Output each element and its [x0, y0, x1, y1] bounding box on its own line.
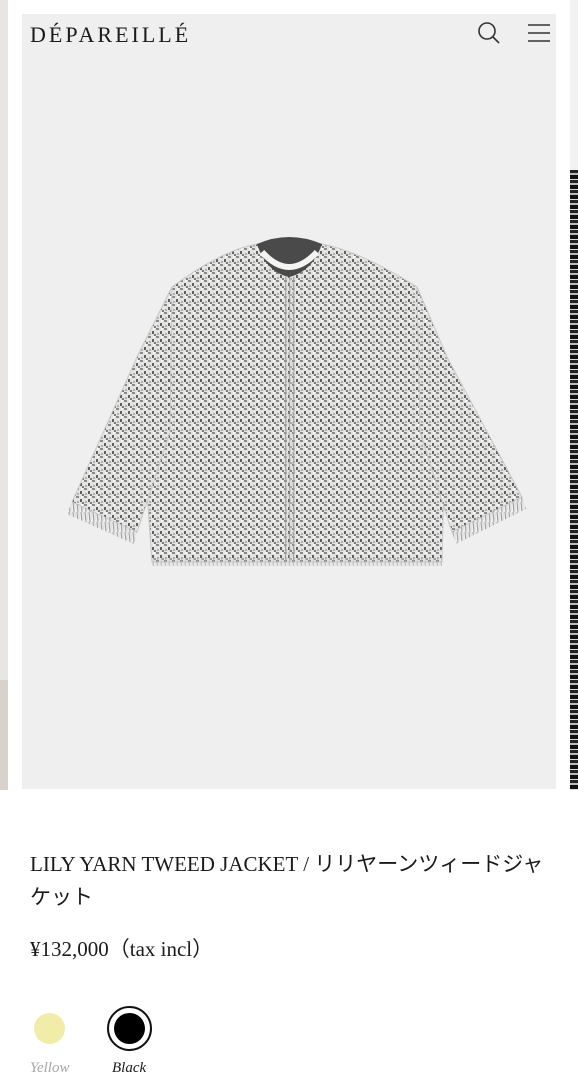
menu-button[interactable]	[524, 18, 554, 48]
product-title: LILY YARN TWEED JACKET / リリヤーンツィードジャケット	[30, 852, 544, 909]
product-image-area[interactable]: DÉPAREILLÉ	[22, 14, 556, 789]
hamburger-menu-icon	[528, 24, 550, 42]
color-swatch-black[interactable]	[107, 1006, 152, 1051]
previous-slide-edge	[0, 0, 8, 790]
color-swatch-black-dot	[114, 1013, 145, 1044]
color-swatch-yellow[interactable]	[34, 1013, 65, 1044]
search-icon	[478, 22, 500, 44]
next-slide-edge	[570, 170, 578, 790]
brand-logo[interactable]: DÉPAREILLÉ	[30, 22, 191, 48]
product-info: LILY YARN TWEED JACKET / リリヤーンツィードジャケット …	[30, 848, 550, 963]
tweed-jacket-image	[67, 237, 526, 566]
product-price: ¥132,000（tax incl）	[30, 937, 214, 961]
next-slide-edge-top	[570, 0, 578, 170]
search-button[interactable]	[474, 18, 504, 48]
color-label-yellow: Yellow	[30, 1060, 70, 1076]
color-label-black: Black	[112, 1060, 147, 1076]
previous-slide-edge-bottom	[0, 680, 8, 790]
color-swatches: Yellow Black	[30, 1005, 230, 1080]
